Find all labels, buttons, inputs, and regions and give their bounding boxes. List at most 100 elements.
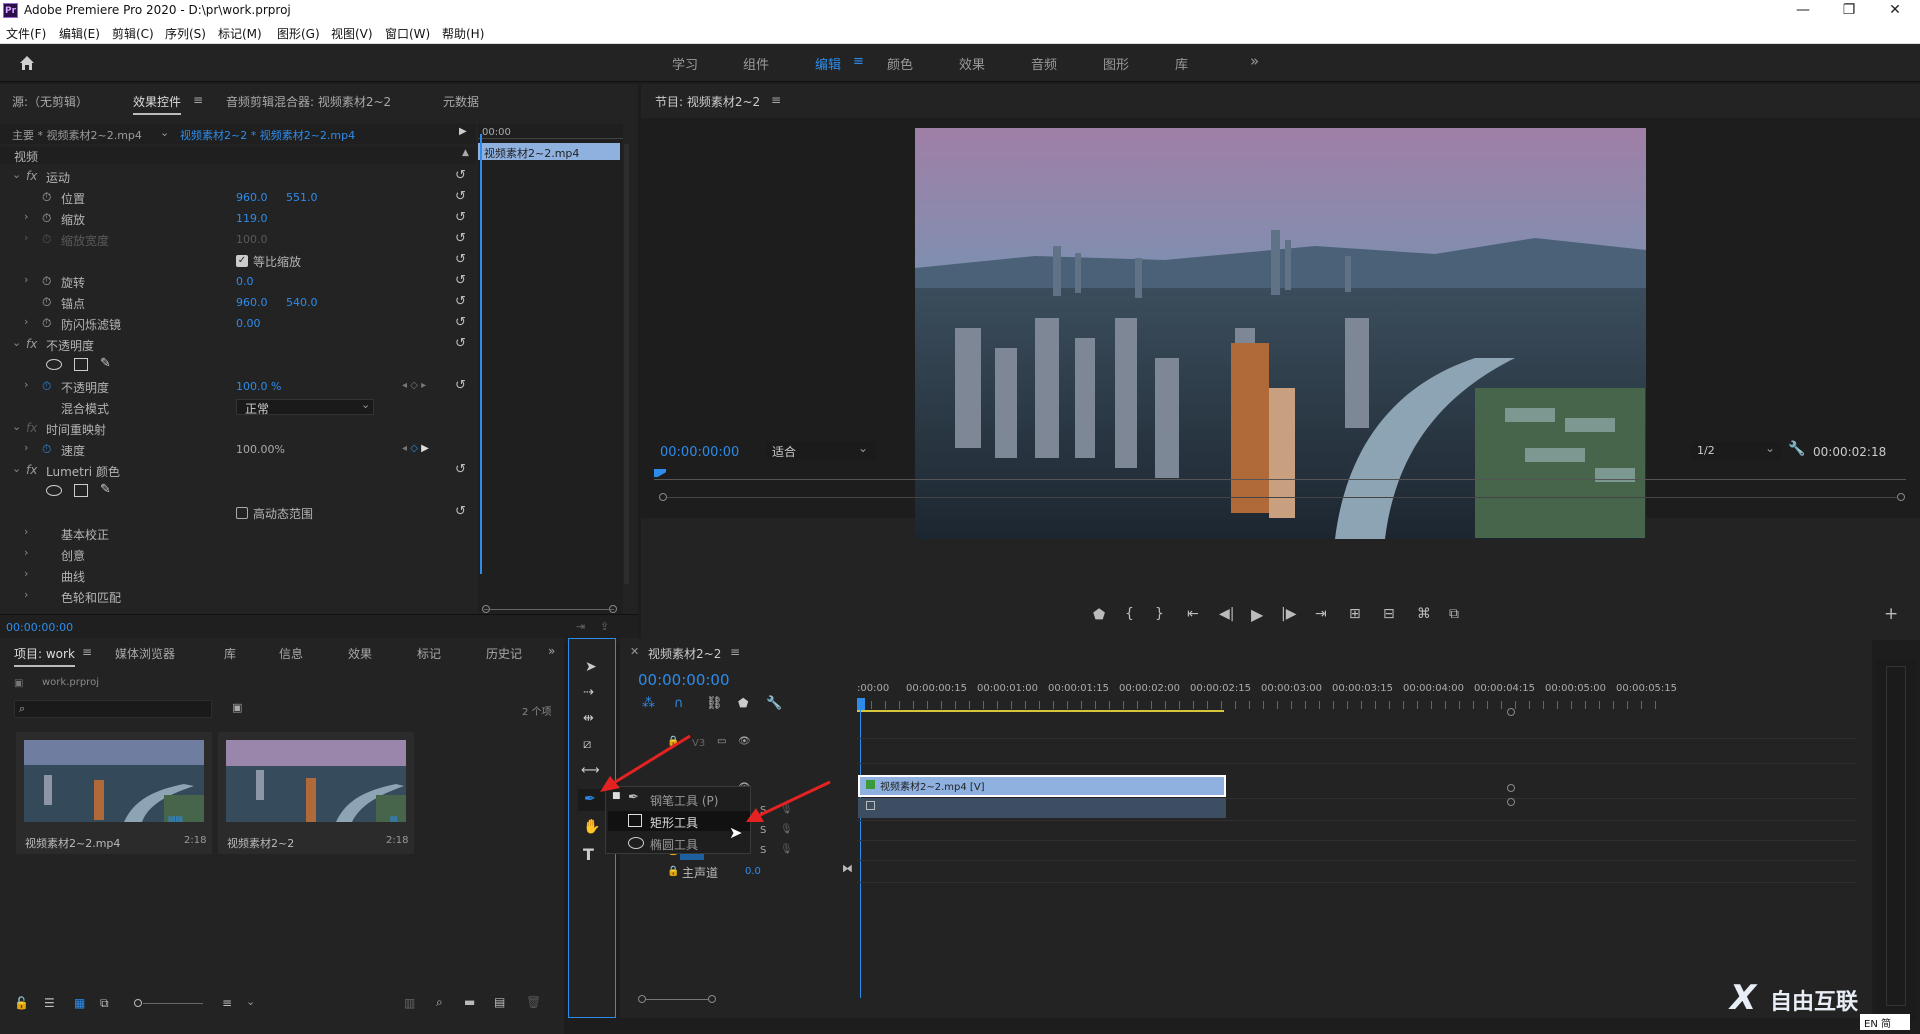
chevron-down-icon[interactable]: ⌄	[246, 995, 255, 1008]
expand-chevron-icon[interactable]: ⌄	[12, 336, 21, 349]
position-y-value[interactable]: 551.0	[286, 191, 318, 204]
go-to-in-icon[interactable]: ⇤	[1187, 606, 1199, 622]
expand-chevron-icon[interactable]: ›	[24, 273, 28, 286]
reset-icon[interactable]: ↺	[455, 189, 466, 204]
lock-icon[interactable]: 🔒	[667, 866, 679, 877]
playhead[interactable]	[480, 134, 482, 574]
pen-mask-icon[interactable]: ✎	[100, 356, 111, 371]
expand-chevron-icon[interactable]: ›	[24, 210, 28, 223]
tab-source[interactable]: 源:（无剪辑）	[12, 93, 88, 110]
stopwatch-icon[interactable]: ⏱	[42, 316, 51, 331]
menu-marker[interactable]: 标记(M)	[218, 25, 262, 42]
mini-timeline[interactable]: 00:00 视频素材2~2.mp4	[478, 124, 623, 644]
playhead[interactable]	[857, 698, 865, 710]
expand-chevron-icon[interactable]: ›	[24, 525, 28, 538]
tab-markers[interactable]: 标记	[417, 645, 441, 662]
expand-chevron-icon[interactable]: ›	[24, 567, 28, 580]
reset-icon[interactable]: ↺	[455, 462, 466, 477]
stopwatch-icon[interactable]: ⏱	[42, 211, 51, 226]
lumetri-curves-label[interactable]: 曲线	[61, 568, 85, 585]
horizontal-zoom-bar[interactable]	[646, 999, 708, 1000]
pen-mask-icon[interactable]: ✎	[100, 482, 111, 497]
anchor-x-value[interactable]: 960.0	[236, 296, 268, 309]
zoom-handle-right[interactable]	[1897, 493, 1905, 501]
new-item-icon[interactable]: ▤	[494, 995, 505, 1009]
new-bin-icon[interactable]: ▬	[464, 995, 475, 1009]
workspace-learn[interactable]: 学习	[672, 54, 698, 73]
reset-icon[interactable]: ↺	[455, 378, 466, 393]
button-editor-icon[interactable]: +	[1884, 604, 1898, 624]
vertical-zoom-handle[interactable]	[1507, 798, 1515, 806]
scale-value[interactable]: 119.0	[236, 212, 268, 225]
nest-icon[interactable]: ⁂	[642, 696, 655, 711]
antiflicker-value[interactable]: 0.00	[236, 317, 261, 330]
timeline-timecode[interactable]: 00:00:00:00	[638, 671, 730, 689]
reset-icon[interactable]: ↺	[455, 168, 466, 183]
ime-indicator[interactable]: EN 简	[1860, 1014, 1910, 1030]
mini-clip[interactable]: 视频素材2~2.mp4	[478, 143, 620, 160]
tab-media-browser[interactable]: 媒体浏览器	[115, 645, 175, 662]
step-back-icon[interactable]: ◀|	[1219, 606, 1234, 622]
opacity-value[interactable]: 100.0 %	[236, 380, 281, 393]
more-tabs-icon[interactable]: »	[548, 644, 555, 658]
add-marker-icon[interactable]: ⬟	[738, 696, 748, 710]
playhead[interactable]	[654, 469, 666, 477]
expand-chevron-icon[interactable]: ›	[24, 315, 28, 328]
reset-icon[interactable]: ↺	[455, 210, 466, 225]
program-timecode[interactable]: 00:00:00:00	[660, 445, 739, 460]
compare-view-icon[interactable]: ⧉	[1449, 606, 1459, 622]
linked-selection-icon[interactable]: ⛓	[706, 696, 723, 711]
reset-icon[interactable]: ↺	[455, 504, 466, 519]
stopwatch-icon[interactable]: ⏱	[42, 442, 51, 457]
vertical-scrollbar[interactable]	[624, 144, 629, 584]
collapse-up-icon[interactable]: ▲	[462, 148, 469, 158]
keyframe-nav-icon[interactable]: ◂ ◇ ▸	[402, 380, 426, 391]
insert-icon[interactable]: ⊞	[1349, 606, 1361, 622]
find-icon[interactable]: ⌕	[436, 995, 443, 1010]
menu-file[interactable]: 文件(F)	[6, 25, 46, 42]
reset-icon[interactable]: ↺	[455, 336, 466, 351]
timeline-settings-icon[interactable]: 🔧	[766, 696, 782, 711]
tab-menu-icon[interactable]: ≡	[82, 645, 92, 659]
reset-icon[interactable]: ↺	[455, 315, 466, 330]
play-only-icon[interactable]: ▶	[459, 126, 467, 137]
play-icon[interactable]: ▶	[1251, 605, 1263, 624]
vertical-zoom-handle[interactable]	[1507, 708, 1515, 716]
fx-badge-icon[interactable]: fx	[26, 169, 37, 183]
go-to-end-icon[interactable]: ⧓	[842, 862, 853, 875]
expand-chevron-icon[interactable]: ⌄	[12, 420, 21, 433]
minimize-button[interactable]: —	[1780, 0, 1826, 22]
more-workspaces-icon[interactable]: »	[1250, 52, 1259, 70]
hdr-checkbox[interactable]	[236, 507, 248, 519]
expand-chevron-icon[interactable]: ›	[24, 588, 28, 601]
workspace-libraries[interactable]: 库	[1175, 54, 1188, 73]
export-icon[interactable]: ⇪	[600, 620, 609, 633]
stopwatch-icon[interactable]: ⏱	[42, 274, 51, 289]
freeform-view-icon[interactable]: ⧉	[100, 996, 109, 1011]
close-sequence-icon[interactable]: ✕	[630, 645, 639, 658]
keyframe-nav-icon[interactable]: ◂ ◇ ▶	[402, 443, 429, 454]
filter-icon[interactable]: ⇥	[576, 620, 585, 633]
track-select-tool-icon[interactable]: ⇢	[583, 685, 594, 700]
reset-icon[interactable]: ↺	[455, 231, 466, 246]
automate-icon[interactable]: ▥	[404, 996, 415, 1010]
sort-icon[interactable]: ≡	[222, 996, 232, 1010]
lumetri-basic-label[interactable]: 基本校正	[61, 526, 109, 543]
tab-history[interactable]: 历史记	[486, 645, 522, 662]
close-button[interactable]: ✕	[1872, 0, 1918, 22]
mark-in-icon[interactable]: {	[1125, 606, 1134, 622]
workspace-audio[interactable]: 音频	[1031, 54, 1057, 73]
menu-view[interactable]: 视图(V)	[331, 25, 373, 42]
clip-label[interactable]: 视频素材2~2 * 视频素材2~2.mp4	[180, 127, 355, 143]
program-monitor-title[interactable]: 节目: 视频素材2~2	[655, 93, 760, 110]
tab-effect-controls[interactable]: 效果控件	[133, 93, 182, 115]
add-marker-icon[interactable]: ⬟	[1093, 607, 1105, 623]
chevron-down-icon[interactable]: ⌄	[160, 126, 169, 139]
stopwatch-icon[interactable]: ⏱	[42, 295, 51, 310]
panel-menu-icon[interactable]: ≡	[771, 93, 781, 107]
rectangle-mask-icon[interactable]	[74, 484, 88, 497]
home-icon[interactable]	[18, 54, 36, 72]
zoom-handle-right[interactable]	[708, 995, 716, 1003]
zoom-handle-left[interactable]	[638, 995, 646, 1003]
lumetri-creative-label[interactable]: 创意	[61, 547, 85, 564]
